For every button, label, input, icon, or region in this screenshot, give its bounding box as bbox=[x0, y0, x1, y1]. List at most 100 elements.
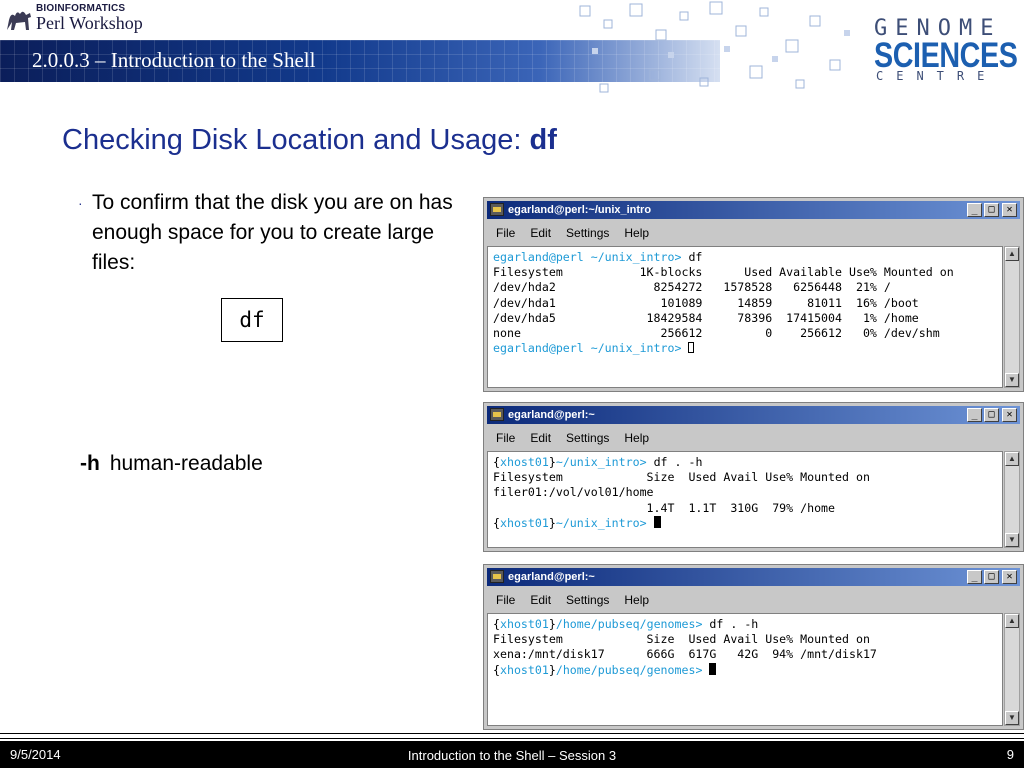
prompt: egarland@perl ~/unix_intro> bbox=[493, 250, 682, 264]
minimize-button[interactable]: _ bbox=[967, 203, 982, 217]
menu-file[interactable]: File bbox=[496, 589, 515, 611]
logo-perl-workshop: Perl Workshop bbox=[36, 13, 143, 33]
slide-title-text: Checking Disk Location and Usage: bbox=[62, 124, 530, 156]
brace: { bbox=[493, 617, 500, 631]
terminal-line: egarland@perl ~/unix_intro> bbox=[493, 341, 1002, 356]
brace: { bbox=[493, 455, 500, 469]
minimize-button[interactable]: _ bbox=[967, 408, 982, 422]
terminal-window-3[interactable]: egarland@perl:~ _ □ ✕ File Edit Settings He… bbox=[483, 564, 1024, 730]
scroll-up-arrow-icon[interactable]: ▲ bbox=[1005, 452, 1019, 466]
maximize-button[interactable]: □ bbox=[984, 408, 999, 422]
menu-settings[interactable]: Settings bbox=[566, 427, 609, 449]
host: xhost01 bbox=[499, 617, 549, 631]
menu-bar: File Edit Settings Help bbox=[487, 222, 1020, 244]
bullet-text: To confirm that the disk you are on has … bbox=[92, 191, 453, 274]
camel-logo-icon bbox=[7, 11, 31, 31]
slide-title: Checking Disk Location and Usage: df bbox=[62, 124, 557, 157]
menu-file[interactable]: File bbox=[496, 427, 515, 449]
terminal-output[interactable]: {xhost01}/home/pubseq/genomes> df . -h Fi… bbox=[487, 613, 1003, 726]
menu-edit[interactable]: Edit bbox=[530, 427, 551, 449]
terminal-line: {xhost01}~/unix_intro> bbox=[493, 515, 1002, 531]
terminal-output[interactable]: egarland@perl ~/unix_intro> df Filesystem… bbox=[487, 246, 1003, 388]
prompt-path: ~/unix_intro> bbox=[555, 515, 647, 530]
close-button[interactable]: ✕ bbox=[1002, 408, 1017, 422]
brace: } bbox=[548, 617, 556, 631]
menu-help[interactable]: Help bbox=[624, 222, 649, 244]
command bbox=[647, 516, 654, 530]
terminal-line: egarland@perl ~/unix_intro> df bbox=[493, 250, 1002, 265]
terminal-line: /dev/hda1 101089 14859 81011 16% /boot bbox=[493, 295, 919, 310]
bullet-point: · To confirm that the disk you are on ha… bbox=[78, 188, 458, 278]
scroll-down-arrow-icon[interactable]: ▼ bbox=[1005, 373, 1019, 387]
scroll-up-arrow-icon[interactable]: ▲ bbox=[1005, 614, 1019, 628]
slide-header: BIOINFORMATICS Perl Workshop 2.0.0.3 – I… bbox=[0, 0, 1024, 100]
close-button[interactable]: ✕ bbox=[1002, 570, 1017, 584]
terminal-line: /dev/hda5 18429584 78396 17415004 1% /ho… bbox=[493, 310, 919, 325]
terminal-line: {xhost01}/home/pubseq/genomes> bbox=[493, 662, 1002, 678]
terminal-line: 1.4T 1.1T 310G 79% /home bbox=[493, 500, 836, 515]
menu-edit[interactable]: Edit bbox=[530, 589, 551, 611]
terminal-line: /dev/hda2 8254272 1578528 6256448 21% / bbox=[493, 280, 891, 295]
terminal-app-icon[interactable] bbox=[490, 408, 504, 421]
option-description: -h human-readable bbox=[80, 452, 263, 476]
scrollbar[interactable]: ▲ ▼ bbox=[1004, 246, 1020, 388]
scrollbar[interactable]: ▲ ▼ bbox=[1004, 613, 1020, 726]
gsc-logo-centre: CENTRE bbox=[876, 69, 998, 83]
command: df . -h bbox=[646, 455, 703, 469]
terminal-app-icon[interactable] bbox=[490, 570, 504, 583]
terminal-app-icon[interactable] bbox=[490, 203, 504, 216]
pixel-decoration bbox=[579, 1, 850, 93]
slide-title-command: df bbox=[529, 124, 557, 156]
terminal-line: xena:/mnt/disk17 666G 617G 42G 94% /mnt/… bbox=[493, 647, 877, 662]
prompt-path: /home/pubseq/genomes> bbox=[555, 662, 703, 677]
menu-settings[interactable]: Settings bbox=[566, 222, 609, 244]
close-button[interactable]: ✕ bbox=[1002, 203, 1017, 217]
host: xhost01 bbox=[499, 515, 549, 530]
scroll-down-arrow-icon[interactable]: ▼ bbox=[1005, 533, 1019, 547]
terminal-output[interactable]: {xhost01}~/unix_intro> df . -h Filesystem… bbox=[487, 451, 1003, 548]
menu-help[interactable]: Help bbox=[624, 427, 649, 449]
footer-page-number: 9 bbox=[1006, 747, 1014, 762]
brace: } bbox=[548, 515, 556, 530]
prompt-path: /home/pubseq/genomes> bbox=[555, 617, 703, 631]
brace: { bbox=[493, 515, 500, 530]
command: df bbox=[681, 250, 703, 264]
command bbox=[681, 341, 688, 355]
window-title: egarland@perl:~ bbox=[508, 409, 595, 421]
footer-divider bbox=[0, 733, 1024, 739]
scrollbar[interactable]: ▲ ▼ bbox=[1004, 451, 1020, 548]
menu-file[interactable]: File bbox=[496, 222, 515, 244]
terminal-line: {xhost01}~/unix_intro> df . -h bbox=[493, 455, 1002, 470]
window-titlebar[interactable]: egarland@perl:~ _ □ ✕ bbox=[487, 406, 1020, 424]
terminal-window-2[interactable]: egarland@perl:~ _ □ ✕ File Edit Settings He… bbox=[483, 402, 1024, 552]
menu-edit[interactable]: Edit bbox=[530, 222, 551, 244]
host: xhost01 bbox=[499, 662, 549, 677]
window-title: egarland@perl:~ bbox=[508, 571, 595, 583]
option-desc: human-readable bbox=[109, 452, 263, 475]
menu-bar: File Edit Settings Help bbox=[487, 427, 1020, 449]
window-titlebar[interactable]: egarland@perl:~/unix_intro _ □ ✕ bbox=[487, 201, 1020, 219]
footer-session-title: Introduction to the Shell – Session 3 bbox=[407, 748, 617, 763]
window-titlebar[interactable]: egarland@perl:~ _ □ ✕ bbox=[487, 568, 1020, 586]
option-flag: -h bbox=[80, 452, 100, 475]
bullet-dot: · bbox=[78, 195, 83, 211]
prompt: egarland@perl ~/unix_intro> bbox=[493, 341, 682, 356]
brace: } bbox=[548, 455, 556, 469]
terminal-window-1[interactable]: egarland@perl:~/unix_intro _ □ ✕ File Edi… bbox=[483, 197, 1024, 392]
menu-help[interactable]: Help bbox=[624, 589, 649, 611]
terminal-line: Filesystem Size Used Avail Use% Mounted … bbox=[493, 470, 870, 485]
window-title: egarland@perl:~/unix_intro bbox=[508, 204, 652, 216]
menu-bar: File Edit Settings Help bbox=[487, 589, 1020, 611]
maximize-button[interactable]: □ bbox=[984, 570, 999, 584]
menu-settings[interactable]: Settings bbox=[566, 589, 609, 611]
scroll-up-arrow-icon[interactable]: ▲ bbox=[1005, 247, 1019, 261]
scroll-down-arrow-icon[interactable]: ▼ bbox=[1005, 711, 1019, 725]
cursor bbox=[653, 515, 661, 528]
deck-title: 2.0.0.3 – Introduction to the Shell bbox=[32, 48, 316, 72]
terminal-line: none 256612 0 256612 0% /dev/shm bbox=[493, 326, 940, 341]
minimize-button[interactable]: _ bbox=[967, 570, 982, 584]
command bbox=[702, 663, 709, 677]
cursor bbox=[688, 342, 695, 354]
terminal-line: Filesystem 1K-blocks Used Available Use%… bbox=[493, 265, 954, 280]
maximize-button[interactable]: □ bbox=[984, 203, 999, 217]
